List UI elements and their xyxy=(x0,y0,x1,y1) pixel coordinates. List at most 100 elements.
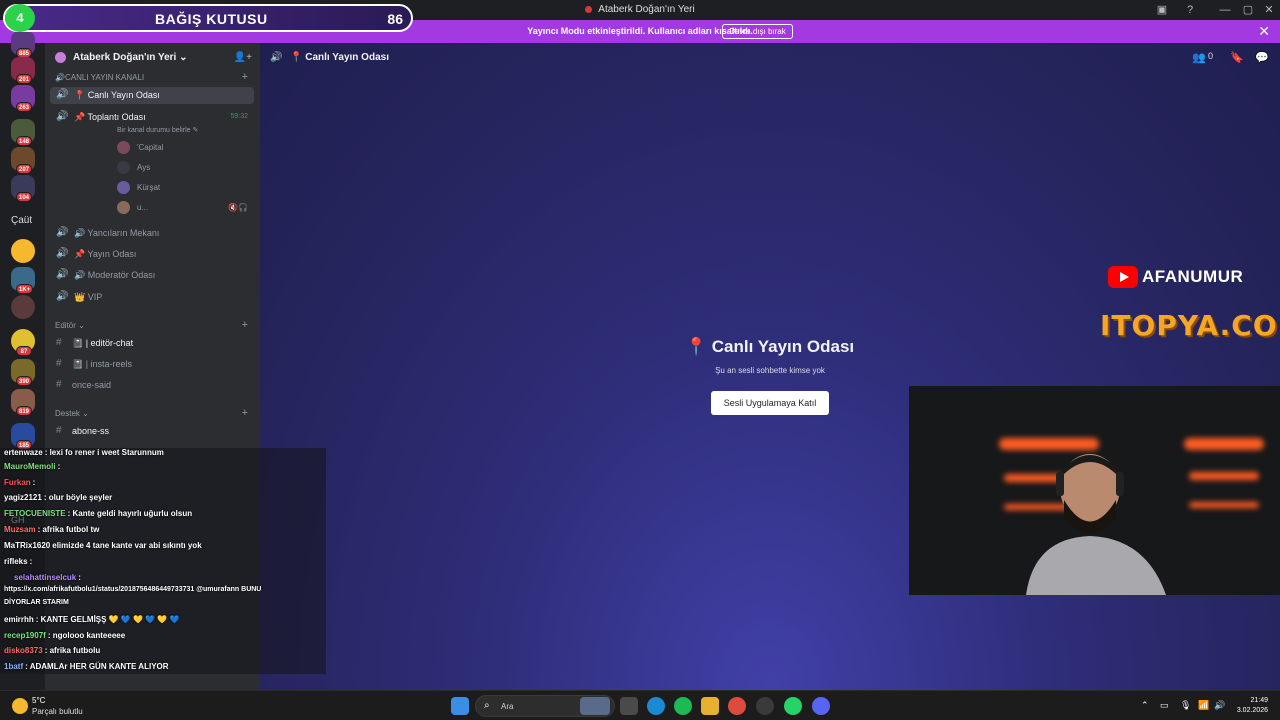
chat-message: Furkan: xyxy=(4,478,36,487)
speaker-icon: 🔊 xyxy=(56,248,69,259)
join-voice-button[interactable]: Sesli Uygulamaya Katıl xyxy=(711,391,829,415)
speaker-icon: 🔊 xyxy=(56,227,69,238)
help-icon[interactable]: ? xyxy=(1183,3,1197,17)
chevron-down-icon: ⌄ xyxy=(82,409,89,418)
windows-taskbar: 5°C Parçalı bulutlu ⌕ Ara ⌃ ▭ 🎙 📶 🔊 21:4… xyxy=(0,690,1280,720)
unread-badge: 819 xyxy=(16,406,33,416)
chat-message-link: https://x.com/afrikafutbolu1/status/2018… xyxy=(4,586,262,593)
server-icon[interactable]: 390 xyxy=(11,359,35,386)
edge-icon[interactable] xyxy=(647,697,665,715)
webcam-feed xyxy=(909,386,1280,595)
channel-header: 🔊 📍 Canlı Yayın Odası 👥 0 🔖 💬 xyxy=(260,43,1280,73)
speaker-icon: 🔊 xyxy=(270,52,283,63)
add-channel-icon[interactable]: + xyxy=(242,319,248,331)
led-light xyxy=(1189,502,1259,508)
close-window-icon[interactable]: ✕ xyxy=(1262,3,1276,17)
taskbar-clock[interactable]: 21:49 3.02.2026 xyxy=(1237,696,1268,716)
chevron-down-icon: ⌄ xyxy=(78,321,85,330)
volume-icon[interactable]: 🔊 xyxy=(1214,700,1225,711)
minimize-icon[interactable]: — xyxy=(1218,3,1232,17)
unread-badge: 201 xyxy=(16,74,33,84)
channel-once-said[interactable]: # once-said xyxy=(50,377,254,394)
add-channel-icon[interactable]: + xyxy=(242,407,248,419)
obs-icon[interactable] xyxy=(756,697,774,715)
channel-meeting-room[interactable]: 🔊 📌 Toplantı Odası 59:32 xyxy=(50,109,254,126)
task-view-icon[interactable] xyxy=(620,697,638,715)
chrome-icon[interactable] xyxy=(728,697,746,715)
server-icon[interactable]: 104 xyxy=(11,175,35,202)
server-folder-label[interactable]: Çaüt xyxy=(11,215,32,226)
server-icon[interactable]: 819 xyxy=(11,389,35,416)
microphone-icon[interactable]: 🎙 xyxy=(1180,700,1191,711)
empty-voice-subtitle: Şu an sesli sohbette kimse yok xyxy=(715,366,825,375)
maximize-icon[interactable]: ▢ xyxy=(1241,3,1255,17)
channel-header-title: 📍 Canlı Yayın Odası xyxy=(290,52,389,63)
led-light xyxy=(1189,472,1259,480)
category-live[interactable]: 🔊CANLI YAYIN KANALI xyxy=(55,73,144,82)
server-icon[interactable]: 1K+ xyxy=(11,267,35,294)
disable-streamer-mode-button[interactable]: Devre dışı bırak xyxy=(722,24,793,39)
unread-badge: 207 xyxy=(16,164,33,174)
spotify-icon[interactable] xyxy=(674,697,692,715)
avatar xyxy=(117,201,130,214)
chat-message: rifleks: xyxy=(4,557,33,566)
channel-live-room[interactable]: 🔊 📍 Canlı Yayın Odası xyxy=(50,87,254,104)
hashtag-icon: # xyxy=(56,337,62,348)
channel-editor-chat[interactable]: # 📓 | editör-chat xyxy=(50,335,254,352)
speaker-icon: 🔊 xyxy=(56,111,69,122)
server-icon[interactable]: 207 xyxy=(11,147,35,174)
chat-bubble-icon[interactable]: 💬 xyxy=(1255,51,1269,64)
server-icon[interactable] xyxy=(11,295,35,319)
hashtag-icon: # xyxy=(56,379,62,390)
avatar xyxy=(117,141,130,154)
category-support[interactable]: Destek ⌄ xyxy=(55,409,89,418)
tray-app-icon[interactable]: ▭ xyxy=(1160,700,1169,711)
members-icon[interactable]: 👥 xyxy=(1192,51,1206,64)
bookmark-icon[interactable]: 🔖 xyxy=(1230,51,1244,64)
channel-stream-room[interactable]: 🔊 📌 Yayın Odası xyxy=(50,246,254,263)
speaker-icon: 🔊 xyxy=(56,291,69,302)
chat-message: selahattinselcuk: xyxy=(14,573,81,582)
unread-badge: 87 xyxy=(16,346,32,356)
server-name-header[interactable]: Ataberk Doğan'ın Yeri ⌄ xyxy=(45,43,260,71)
muted-deafened-icon: 🔇🎧 xyxy=(228,203,248,212)
channel-moderators[interactable]: 🔊 🔊 Moderatör Odası xyxy=(50,267,254,284)
sponsor-logo: ITOPYA.COM xyxy=(1100,309,1280,342)
avatar xyxy=(117,161,130,174)
server-icon[interactable]: 148 xyxy=(11,119,35,146)
channel-status-prompt[interactable]: Bir kanal durumu belirle ✎ xyxy=(117,126,198,134)
server-avatar-icon xyxy=(55,52,66,63)
channel-vip[interactable]: 🔊 👑 VIP xyxy=(50,289,254,306)
file-explorer-icon[interactable] xyxy=(701,697,719,715)
channel-insta-reels[interactable]: # 📓 | insta-reels xyxy=(50,356,254,373)
server-icon[interactable]: 201 xyxy=(11,57,35,84)
server-icon[interactable]: 885 xyxy=(11,31,35,58)
server-icon[interactable]: 87 xyxy=(11,329,35,356)
tray-chevron-icon[interactable]: ⌃ xyxy=(1141,700,1149,711)
whatsapp-icon[interactable] xyxy=(784,697,802,715)
server-icon[interactable]: 263 xyxy=(11,85,35,112)
banner-close-icon[interactable]: ✕ xyxy=(1258,23,1270,40)
discord-taskbar-icon[interactable] xyxy=(812,697,830,715)
stream-chat-overlay: ertenwaze: lexi fo rener i weet Starunnu… xyxy=(0,448,326,674)
add-channel-icon[interactable]: + xyxy=(242,71,248,83)
chat-message: MaTRix1620 elimizde 4 tane kante var abi … xyxy=(4,541,202,550)
channel-abone-ss[interactable]: # abone-ss xyxy=(50,423,254,440)
donation-label: BAĞIŞ KUTUSU xyxy=(155,11,268,27)
chat-message: disko8373: afrika futbolu xyxy=(4,646,101,655)
channel-broadcasters[interactable]: 🔊 🔊 Yancıların Mekanı xyxy=(50,225,254,242)
category-editor[interactable]: Editör ⌄ xyxy=(55,321,85,330)
wifi-icon[interactable]: 📶 xyxy=(1198,700,1209,711)
server-icon[interactable] xyxy=(11,239,35,263)
search-highlight-icon[interactable] xyxy=(580,697,610,715)
server-icon[interactable]: 185 xyxy=(11,423,35,450)
windows-start-icon[interactable] xyxy=(451,697,469,715)
inbox-icon[interactable]: ▣ xyxy=(1155,3,1169,17)
youtube-icon xyxy=(1108,266,1138,288)
search-icon: ⌕ xyxy=(484,700,490,711)
invite-people-icon[interactable]: 👤+ xyxy=(234,52,252,63)
chat-message: ertenwaze: lexi fo rener i weet Starunnu… xyxy=(4,448,164,457)
speaker-icon: 🔊 xyxy=(56,89,69,100)
member-count: 0 xyxy=(1208,51,1214,61)
avatar xyxy=(117,181,130,194)
